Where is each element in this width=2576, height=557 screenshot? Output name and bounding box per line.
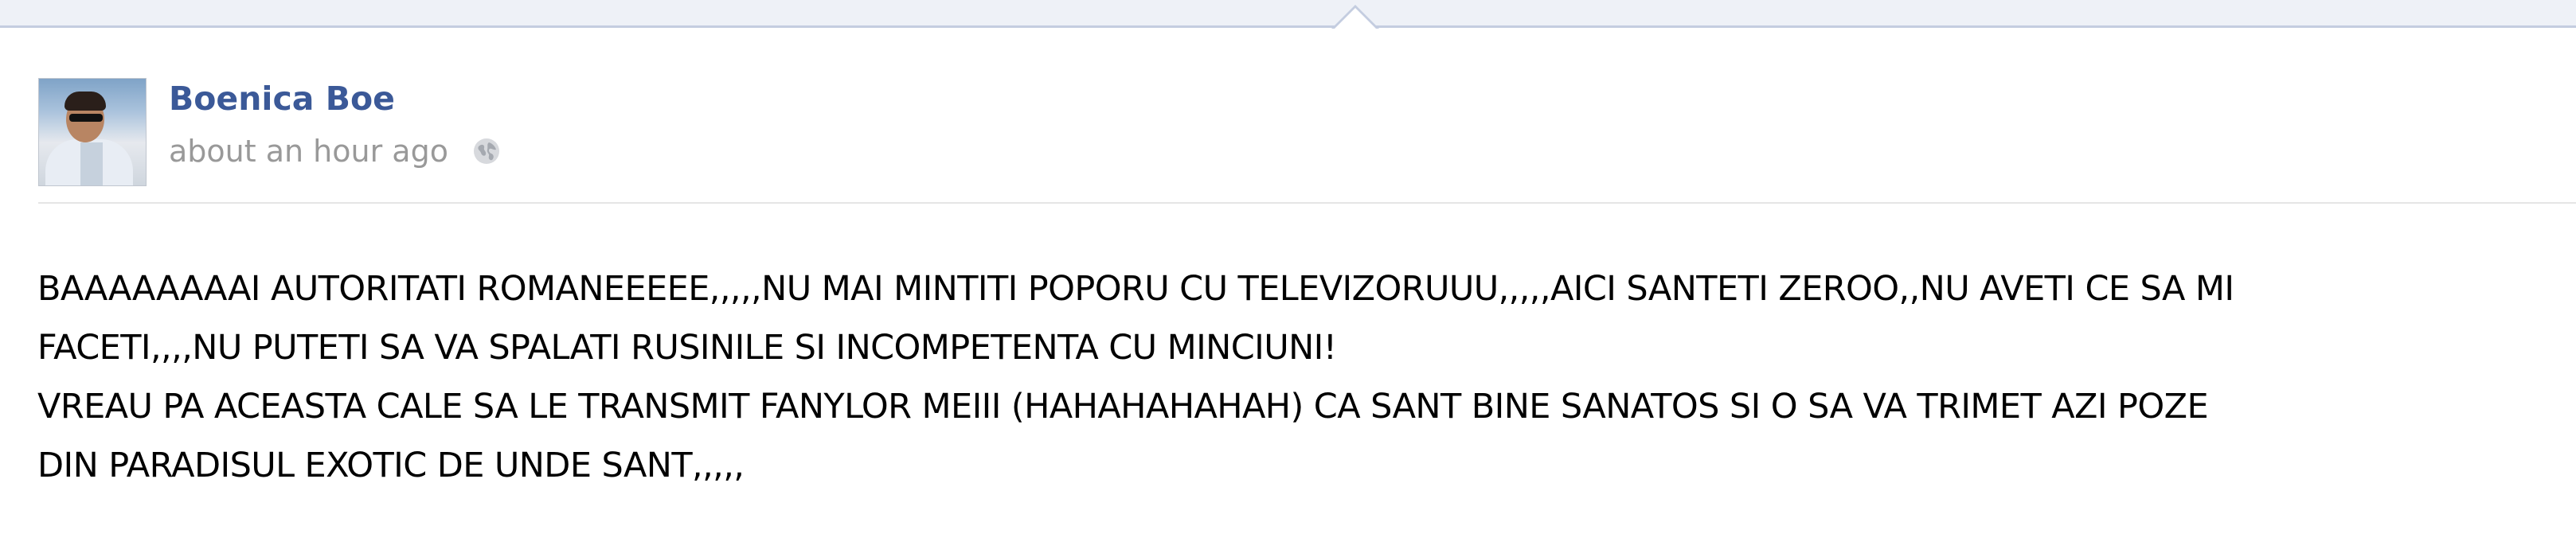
top-band <box>0 0 2576 28</box>
header-divider <box>38 202 2576 204</box>
avatar-hair-shape <box>64 92 106 111</box>
message-line: FACETI,,,,NU PUTETI SA VA SPALATI RUSINI… <box>37 328 1337 368</box>
avatar[interactable] <box>38 78 147 186</box>
message-line: BAAAAAAAAI AUTORITATI ROMANEEEEE,,,,,NU … <box>37 269 2234 309</box>
pointer-notch-fill <box>1335 8 1376 29</box>
message-line: DIN PARADISUL EXOTIC DE UNDE SANT,,,,, <box>37 446 745 485</box>
message-line: VREAU PA ACEASTA CALE SA LE TRANSMIT FAN… <box>37 387 2209 427</box>
globe-icon <box>472 137 501 166</box>
post-message: BAAAAAAAAI AUTORITATI ROMANEEEEE,,,,,NU … <box>37 259 2570 495</box>
avatar-glasses-shape <box>69 114 103 122</box>
post-meta: about an hour ago <box>169 131 501 171</box>
author-name-link[interactable]: Boenica Boe <box>169 80 395 118</box>
post-page: Boenica Boe about an hour ago BAAAAAAAAI… <box>0 0 2576 557</box>
avatar-shirt-shade <box>80 142 103 185</box>
timestamp-link[interactable]: about an hour ago <box>169 134 448 169</box>
